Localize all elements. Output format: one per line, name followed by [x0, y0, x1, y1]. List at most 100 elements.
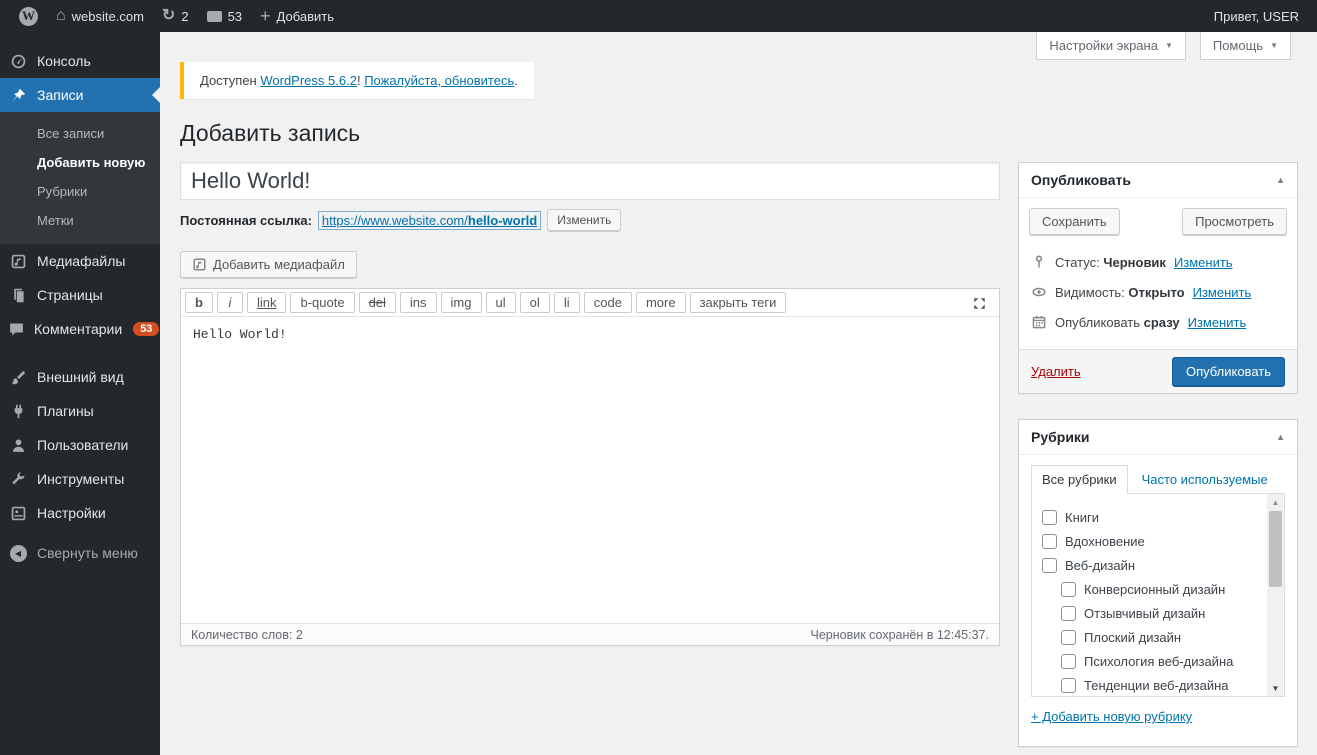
collapse-panel-icon[interactable]: ▲ [1276, 432, 1285, 442]
category-item[interactable]: Отзывчивый дизайн [1042, 601, 1260, 625]
sidebar-item-plugins[interactable]: Плагины [0, 394, 160, 428]
add-media-button[interactable]: Добавить медиафайл [180, 251, 357, 278]
publish-box-header[interactable]: Опубликовать ▲ [1019, 163, 1297, 198]
category-checkbox[interactable] [1061, 677, 1076, 693]
edit-schedule-link[interactable]: Изменить [1188, 315, 1247, 330]
collapse-panel-icon[interactable]: ▲ [1276, 175, 1285, 185]
update-version-link[interactable]: WordPress 5.6.2 [260, 73, 357, 88]
category-checkbox[interactable] [1042, 557, 1057, 573]
sidebar-item-posts[interactable]: Записи [0, 78, 160, 112]
sidebar-item-label: Медиафайлы [37, 253, 126, 269]
add-new-category-link[interactable]: + Добавить новую рубрику [1031, 709, 1192, 724]
comments-link[interactable]: 53 [198, 0, 251, 32]
tab-all-categories[interactable]: Все рубрики [1031, 465, 1128, 494]
sidebar-item-label: Инструменты [37, 471, 125, 487]
sidebar-subitem-all-posts[interactable]: Все записи [0, 119, 160, 148]
edit-visibility-link[interactable]: Изменить [1193, 285, 1252, 300]
category-checkbox[interactable] [1061, 629, 1076, 645]
preview-button[interactable]: Просмотреть [1182, 208, 1287, 235]
screen-options-tab[interactable]: Настройки экрана ▼ [1036, 32, 1186, 60]
fullscreen-button[interactable] [972, 296, 987, 314]
category-label: Конверсионный дизайн [1084, 581, 1226, 597]
category-item[interactable]: Книги [1042, 505, 1260, 529]
scrollbar-down-icon[interactable]: ▼ [1267, 680, 1284, 696]
user-greeting[interactable]: Привет, USER [1214, 9, 1303, 24]
eye-icon [1032, 287, 1046, 297]
sidebar-subitem-tags[interactable]: Метки [0, 206, 160, 235]
categories-box-header[interactable]: Рубрики ▲ [1019, 420, 1297, 455]
li-button[interactable]: li [553, 292, 580, 313]
close-tags-button[interactable]: закрыть теги [689, 292, 787, 313]
category-item[interactable]: Веб-дизайн [1042, 553, 1260, 577]
italic-button[interactable]: i [216, 292, 243, 313]
sidebar-item-users[interactable]: Пользователи [0, 428, 160, 462]
category-label: Вдохновение [1065, 533, 1145, 549]
category-item[interactable]: Плоский дизайн [1042, 625, 1260, 649]
img-button[interactable]: img [440, 292, 482, 313]
ins-button[interactable]: ins [399, 292, 437, 313]
page-title: Добавить запись [180, 120, 361, 146]
link-button[interactable]: link [246, 292, 287, 313]
permalink-row: Постоянная ссылка: https://www.website.c… [180, 209, 1000, 231]
ul-button[interactable]: ul [485, 292, 516, 313]
category-item[interactable]: Конверсионный дизайн [1042, 577, 1260, 601]
category-checkbox[interactable] [1042, 533, 1057, 549]
sidebar-item-tools[interactable]: Инструменты [0, 462, 160, 496]
scrollbar-up-icon[interactable]: ▲ [1267, 494, 1284, 510]
ol-button[interactable]: ol [519, 292, 550, 313]
bold-button[interactable]: b [185, 292, 213, 313]
sidebar-item-pages[interactable]: Страницы [0, 278, 160, 312]
sidebar-subitem-categories[interactable]: Рубрики [0, 177, 160, 206]
wordpress-menu[interactable]: W [10, 0, 47, 32]
quicktags-toolbar: b i link b-quote del ins img ul ol li co… [181, 289, 999, 317]
category-checkbox[interactable] [1061, 581, 1076, 597]
sidebar-item-dashboard[interactable]: Консоль [0, 44, 160, 78]
sidebar-item-media[interactable]: Медиафайлы [0, 244, 160, 278]
blockquote-button[interactable]: b-quote [290, 292, 355, 313]
schedule-row: Опубликовать сразу Изменить [1031, 307, 1285, 337]
category-checkbox[interactable] [1042, 509, 1057, 525]
collapse-menu-button[interactable]: ◀ Свернуть меню [0, 536, 160, 570]
new-content-link[interactable]: + Добавить [251, 0, 343, 32]
save-draft-button[interactable]: Сохранить [1029, 208, 1120, 235]
edit-status-link[interactable]: Изменить [1174, 255, 1233, 270]
category-item[interactable]: Вдохновение [1042, 529, 1260, 553]
more-button[interactable]: more [635, 292, 686, 313]
plug-icon [8, 403, 28, 420]
comments-icon [8, 321, 25, 338]
permalink-prefix: https://www.website.com/ [321, 212, 468, 228]
category-item[interactable]: Тенденции веб-дизайна [1042, 673, 1260, 696]
sidebar-item-label: Консоль [37, 53, 91, 69]
sidebar-item-label: Страницы [37, 287, 103, 303]
site-link[interactable]: ⌂ website.com [47, 0, 153, 32]
editor-statusbar: Количество слов: 2 Черновик сохранён в 1… [181, 623, 999, 645]
del-button[interactable]: del [358, 292, 396, 313]
code-button[interactable]: code [583, 292, 632, 313]
wordpress-logo-icon: W [19, 6, 38, 26]
please-update-link[interactable]: Пожалуйста, обновитесь [364, 73, 514, 88]
content-area: Настройки экрана ▼ Помощь ▼ Доступен Wor… [160, 32, 1317, 755]
post-title-input[interactable] [180, 162, 1000, 200]
sidebar-subitem-add-new[interactable]: Добавить новую [0, 148, 160, 177]
editor-column: Постоянная ссылка: https://www.website.c… [180, 162, 1000, 646]
wrench-icon [8, 471, 28, 488]
publish-button[interactable]: Опубликовать [1171, 357, 1285, 386]
screen-meta-tabs: Настройки экрана ▼ Помощь ▼ [1036, 32, 1291, 60]
post-content-textarea[interactable]: Hello World! [181, 317, 999, 623]
sidebar-item-appearance[interactable]: Внешний вид [0, 360, 160, 394]
help-tab[interactable]: Помощь ▼ [1199, 32, 1291, 60]
scrollbar-thumb[interactable] [1269, 511, 1282, 587]
updates-link[interactable]: ↻ 2 [153, 0, 198, 32]
update-count: 2 [181, 8, 189, 24]
sidebar-item-comments[interactable]: Комментарии 53 [0, 312, 160, 346]
tab-most-used[interactable]: Часто используемые [1142, 466, 1268, 493]
category-checkbox[interactable] [1061, 653, 1076, 669]
category-item[interactable]: Психология веб-дизайна [1042, 649, 1260, 673]
edit-permalink-button[interactable]: Изменить [547, 209, 622, 231]
permalink-link[interactable]: https://www.website.com/hello-world [317, 210, 542, 230]
category-scrollbar[interactable]: ▲ ▼ [1267, 494, 1284, 696]
collapse-menu-icon: ◀ [8, 544, 28, 562]
sidebar-item-settings[interactable]: Настройки [0, 496, 160, 530]
move-to-trash-link[interactable]: Удалить [1031, 364, 1081, 379]
category-checkbox[interactable] [1061, 605, 1076, 621]
